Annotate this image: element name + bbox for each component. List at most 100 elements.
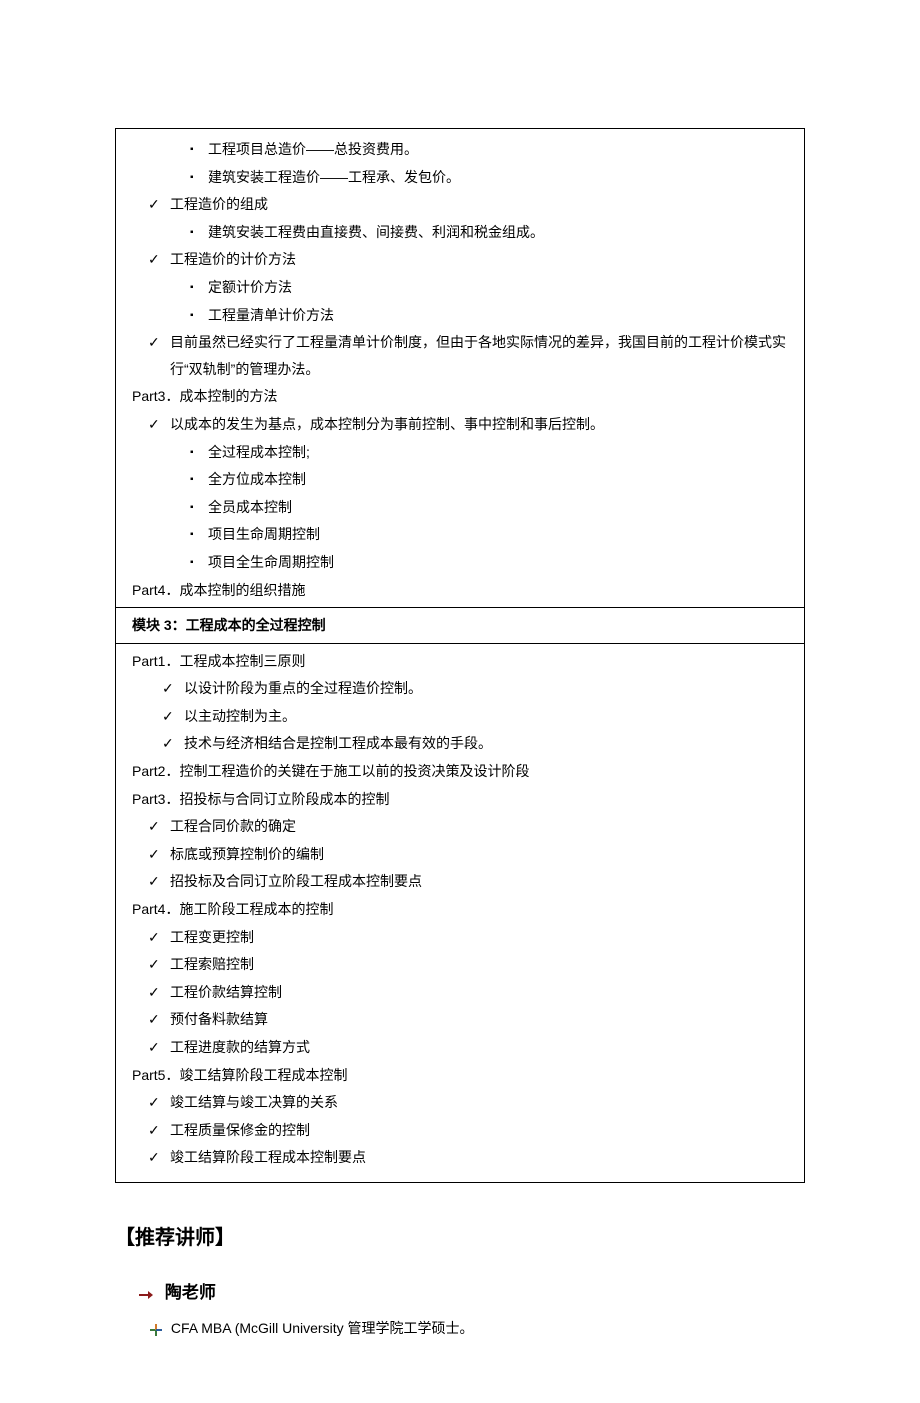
list-item: ✓ 工程质量保修金的控制 — [126, 1117, 794, 1144]
list-text: 全方位成本控制 — [208, 466, 306, 493]
list-item: ✓ 以设计阶段为重点的全过程造价控制。 — [126, 675, 794, 702]
check-icon: ✓ — [148, 924, 170, 951]
square-bullet-icon — [186, 466, 208, 493]
list-item: ✓ 招投标及合同订立阶段工程成本控制要点 — [126, 868, 794, 895]
check-icon: ✓ — [148, 813, 170, 840]
list-item: 定额计价方法 — [126, 274, 794, 301]
list-text: 工程质量保修金的控制 — [170, 1117, 310, 1144]
part-text: Part3．招投标与合同订立阶段成本的控制 — [132, 786, 389, 813]
list-text: 招投标及合同订立阶段工程成本控制要点 — [170, 868, 422, 895]
list-item: ✓ 工程造价的计价方法 — [126, 246, 794, 273]
arrow-right-icon — [139, 1281, 161, 1308]
list-text: 工程造价的计价方法 — [170, 246, 296, 273]
check-icon: ✓ — [162, 703, 184, 730]
section-title-text: 【推荐讲师】 — [115, 1227, 235, 1249]
content-box: 工程项目总造价——总投资费用。 建筑安装工程造价——工程承、发包价。 ✓ 工程造… — [115, 128, 805, 1183]
part-heading: Part1．工程成本控制三原则 — [126, 648, 794, 675]
lecturer-block: 陶老师 — [115, 1277, 805, 1309]
part-heading: Part3．招投标与合同订立阶段成本的控制 — [126, 786, 794, 813]
check-icon: ✓ — [148, 411, 170, 438]
list-text: 竣工结算阶段工程成本控制要点 — [170, 1144, 366, 1171]
list-item: ✓ 工程造价的组成 — [126, 191, 794, 218]
check-icon: ✓ — [148, 1144, 170, 1171]
list-text: 定额计价方法 — [208, 274, 292, 301]
document-page: 工程项目总造价——总投资费用。 建筑安装工程造价——工程承、发包价。 ✓ 工程造… — [0, 0, 920, 1403]
plus-icon — [145, 1316, 167, 1343]
part-heading: Part2．控制工程造价的关键在于施工以前的投资决策及设计阶段 — [126, 758, 794, 785]
square-bullet-icon — [186, 549, 208, 576]
list-item: 建筑安装工程造价——工程承、发包价。 — [126, 164, 794, 191]
list-item: 建筑安装工程费由直接费、间接费、利润和税金组成。 — [126, 219, 794, 246]
list-item: ✓ 竣工结算与竣工决算的关系 — [126, 1089, 794, 1116]
part-heading: Part4．成本控制的组织措施 — [126, 577, 794, 604]
list-text: 工程变更控制 — [170, 924, 254, 951]
divider — [116, 643, 804, 644]
part-text: Part3．成本控制的方法 — [132, 383, 277, 410]
square-bullet-icon — [186, 494, 208, 521]
check-icon: ✓ — [148, 1034, 170, 1061]
list-text: 工程进度款的结算方式 — [170, 1034, 310, 1061]
list-item: 项目生命周期控制 — [126, 521, 794, 548]
list-text: 建筑安装工程费由直接费、间接费、利润和税金组成。 — [208, 219, 544, 246]
list-item: ✓ 竣工结算阶段工程成本控制要点 — [126, 1144, 794, 1171]
check-icon: ✓ — [148, 329, 170, 356]
part-heading: Part5．竣工结算阶段工程成本控制 — [126, 1062, 794, 1089]
list-item: 工程项目总造价——总投资费用。 — [126, 136, 794, 163]
square-bullet-icon — [186, 302, 208, 329]
check-icon: ✓ — [148, 1006, 170, 1033]
square-bullet-icon — [186, 164, 208, 191]
list-item: ✓ 以成本的发生为基点，成本控制分为事前控制、事中控制和事后控制。 — [126, 411, 794, 438]
list-text: 工程索赔控制 — [170, 951, 254, 978]
square-bullet-icon — [186, 439, 208, 466]
list-item: ✓ 工程进度款的结算方式 — [126, 1034, 794, 1061]
lecturer-name: 陶老师 — [165, 1283, 216, 1302]
square-bullet-icon — [186, 136, 208, 163]
check-icon: ✓ — [162, 730, 184, 757]
list-item: ✓ 标底或预算控制价的编制 — [126, 841, 794, 868]
list-text: 工程价款结算控制 — [170, 979, 282, 1006]
list-text: 以成本的发生为基点，成本控制分为事前控制、事中控制和事后控制。 — [170, 411, 604, 438]
part-text: Part5．竣工结算阶段工程成本控制 — [132, 1062, 347, 1089]
divider — [116, 607, 804, 608]
list-item: ✓ 工程合同价款的确定 — [126, 813, 794, 840]
check-icon: ✓ — [148, 1117, 170, 1144]
list-item: ✓ 预付备料款结算 — [126, 1006, 794, 1033]
check-icon: ✓ — [148, 246, 170, 273]
part-text: Part4．成本控制的组织措施 — [132, 577, 305, 604]
check-icon: ✓ — [148, 868, 170, 895]
check-icon: ✓ — [148, 841, 170, 868]
section-title: 【推荐讲师】 — [115, 1219, 805, 1257]
list-item: 全方位成本控制 — [126, 466, 794, 493]
list-text: 工程量清单计价方法 — [208, 302, 334, 329]
check-icon: ✓ — [162, 675, 184, 702]
square-bullet-icon — [186, 219, 208, 246]
list-text: 以主动控制为主。 — [184, 703, 296, 730]
credential-block: CFA MBA (McGill University 管理学院工学硕士。 — [115, 1315, 805, 1343]
list-item: ✓ 工程价款结算控制 — [126, 979, 794, 1006]
check-icon: ✓ — [148, 951, 170, 978]
list-item: 全员成本控制 — [126, 494, 794, 521]
list-text: 工程项目总造价——总投资费用。 — [208, 136, 418, 163]
list-item: ✓ 目前虽然已经实行了工程量清单计价制度，但由于各地实际情况的差异，我国目前的工… — [126, 329, 794, 382]
list-item: 工程量清单计价方法 — [126, 302, 794, 329]
check-icon: ✓ — [148, 979, 170, 1006]
square-bullet-icon — [186, 274, 208, 301]
list-text: 工程造价的组成 — [170, 191, 268, 218]
list-item: 项目全生命周期控制 — [126, 549, 794, 576]
list-text: 竣工结算与竣工决算的关系 — [170, 1089, 338, 1116]
list-text: 标底或预算控制价的编制 — [170, 841, 324, 868]
part-heading: Part4．施工阶段工程成本的控制 — [126, 896, 794, 923]
check-icon: ✓ — [148, 1089, 170, 1116]
module-header: 模块 3：工程成本的全过程控制 — [126, 612, 794, 639]
list-item: ✓ 工程索赔控制 — [126, 951, 794, 978]
list-item: ✓ 以主动控制为主。 — [126, 703, 794, 730]
module-header-text: 模块 3：工程成本的全过程控制 — [132, 612, 326, 639]
list-item: 全过程成本控制; — [126, 439, 794, 466]
part-text: Part4．施工阶段工程成本的控制 — [132, 896, 333, 923]
list-text: 全过程成本控制; — [208, 439, 310, 466]
list-text: 技术与经济相结合是控制工程成本最有效的手段。 — [184, 730, 492, 757]
list-text: 项目生命周期控制 — [208, 521, 320, 548]
list-text: 建筑安装工程造价——工程承、发包价。 — [208, 164, 460, 191]
list-text: 预付备料款结算 — [170, 1006, 268, 1033]
part-text: Part1．工程成本控制三原则 — [132, 648, 305, 675]
